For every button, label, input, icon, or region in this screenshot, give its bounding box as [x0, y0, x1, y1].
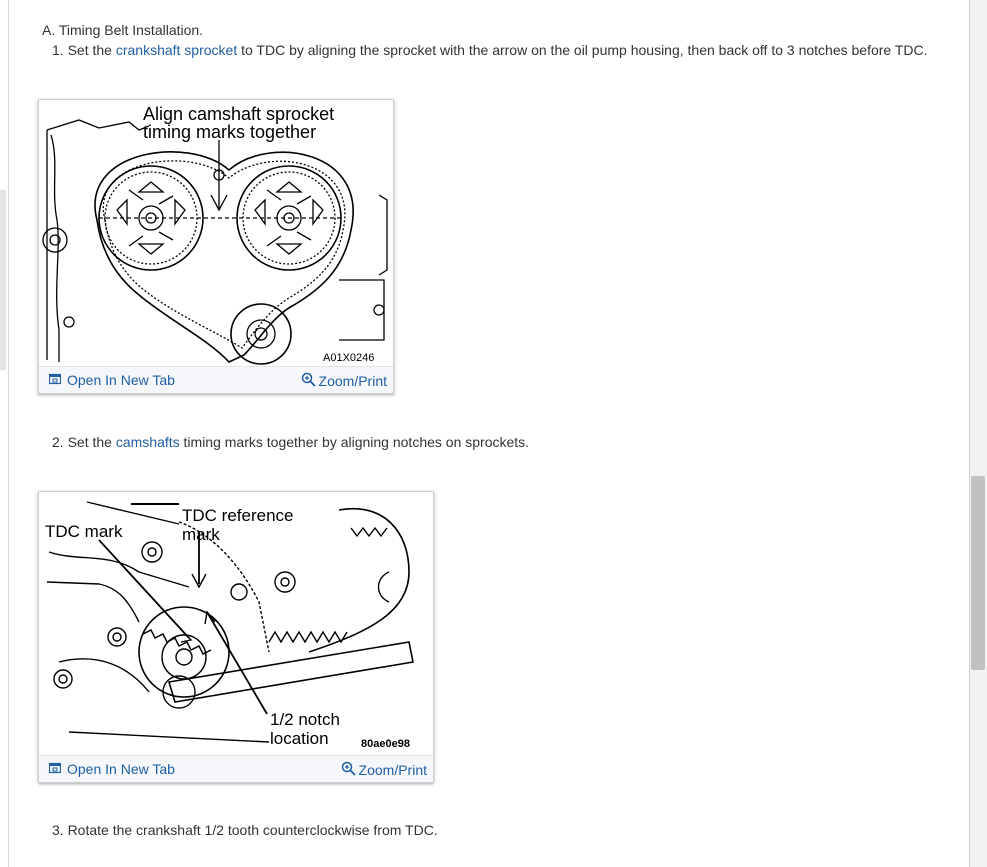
- figure-1-code: A01X0246: [323, 352, 374, 364]
- figure-1: Align camshaft sprocket timing marks tog…: [38, 99, 394, 394]
- figure-1-image[interactable]: Align camshaft sprocket timing marks tog…: [39, 100, 393, 366]
- figure-2: TDC mark TDC reference mark 1/2 notch lo…: [38, 491, 434, 783]
- half-notch-label-line-1: 1/2 notch: [270, 710, 340, 729]
- step-1: 1. Set the crankshaft sprocket to TDC by…: [52, 42, 928, 58]
- open-new-tab-label: Open In New Tab: [67, 761, 175, 777]
- zoom-print-label: Zoom/Print: [358, 762, 427, 778]
- step-2-prefix: 2. Set the: [52, 434, 116, 450]
- figure-2-image[interactable]: TDC mark TDC reference mark 1/2 notch lo…: [39, 492, 433, 755]
- step-1-prefix: 1. Set the: [52, 42, 116, 58]
- figure-1-zoom-print[interactable]: Zoom/Print: [301, 372, 387, 390]
- tdc-reference-label-line-1: TDC reference: [182, 506, 293, 525]
- tdc-reference-label-line-2: mark: [182, 525, 220, 544]
- camshafts-link[interactable]: camshafts: [116, 434, 180, 450]
- step-3: 3. Rotate the crankshaft 1/2 tooth count…: [52, 822, 438, 838]
- crankshaft-sprocket-link[interactable]: crankshaft sprocket: [116, 42, 237, 58]
- zoom-print-label: Zoom/Print: [318, 373, 387, 389]
- zoom-icon: [341, 761, 356, 779]
- section-title: A. Timing Belt Installation.: [42, 22, 204, 38]
- scrollbar-track[interactable]: [969, 0, 987, 867]
- step-2: 2. Set the camshafts timing marks togeth…: [52, 434, 529, 450]
- scrollbar-thumb[interactable]: [971, 476, 985, 670]
- step-1-suffix: to TDC by aligning the sprocket with the…: [237, 42, 928, 58]
- caption-line-2: timing marks together: [143, 122, 316, 142]
- figure-1-toolbar: Open In New Tab Zoom/Print: [39, 366, 393, 393]
- caption-line-1: Align camshaft sprocket: [143, 104, 334, 124]
- zoom-icon: [301, 372, 316, 390]
- article-content: A. Timing Belt Installation. 1. Set the …: [0, 0, 969, 867]
- tdc-mark-label: TDC mark: [45, 522, 123, 541]
- open-new-tab-label: Open In New Tab: [67, 372, 175, 388]
- figure-2-zoom-print[interactable]: Zoom/Print: [341, 761, 427, 779]
- figure-2-toolbar: Open In New Tab Zoom/Print: [39, 755, 433, 782]
- half-notch-label-line-2: location: [270, 729, 329, 748]
- step-2-suffix: timing marks together by aligning notche…: [179, 434, 530, 450]
- figure-2-open-new-tab[interactable]: Open In New Tab: [48, 761, 175, 777]
- figure-2-code: 80ae0e98: [361, 738, 410, 750]
- tdc-mark-diagram: TDC mark TDC reference mark 1/2 notch lo…: [45, 501, 414, 750]
- open-tab-icon: [48, 761, 62, 777]
- open-tab-icon: [48, 372, 62, 388]
- camshaft-sprocket-diagram: Align camshaft sprocket timing marks tog…: [42, 104, 388, 365]
- figure-1-open-new-tab[interactable]: Open In New Tab: [48, 372, 175, 388]
